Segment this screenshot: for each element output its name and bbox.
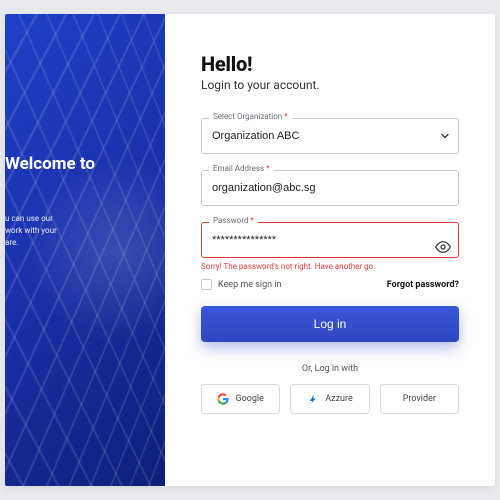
required-marker: * bbox=[250, 216, 253, 225]
azure-button[interactable]: Azzure bbox=[290, 384, 369, 414]
login-button[interactable]: Log in bbox=[201, 306, 459, 342]
password-field-wrap: Password* Sorry! The password's not righ… bbox=[201, 222, 459, 271]
hero-desc: u can use our work with your are. bbox=[5, 213, 165, 249]
password-field[interactable] bbox=[201, 222, 459, 258]
azure-icon bbox=[307, 393, 319, 405]
options-row: Keep me sign in Forgot password? bbox=[201, 279, 459, 290]
chevron-down-icon[interactable] bbox=[439, 130, 451, 142]
keep-label: Keep me sign in bbox=[218, 280, 282, 290]
google-button[interactable]: Google bbox=[201, 384, 280, 414]
provider-button[interactable]: Provider bbox=[380, 384, 459, 414]
hero-desc-line1: u can use our bbox=[5, 214, 53, 223]
hero-desc-line2: work with your bbox=[5, 226, 57, 235]
form-heading: Hello! bbox=[201, 52, 459, 76]
provider-label: Provider bbox=[403, 394, 436, 404]
form-subheading: Login to your account. bbox=[201, 78, 459, 92]
hero-title-line1: Welcome to bbox=[5, 154, 95, 174]
password-label: Password* bbox=[209, 216, 258, 225]
hero-title: Welcome to bbox=[5, 154, 165, 175]
email-field[interactable] bbox=[201, 170, 459, 206]
login-card: Welcome to u can use our work with your … bbox=[5, 14, 495, 486]
keep-checkbox[interactable] bbox=[201, 279, 212, 290]
hero-content: Welcome to u can use our work with your … bbox=[5, 14, 165, 249]
org-label: Select Organization* bbox=[209, 112, 292, 121]
form-panel: Hello! Login to your account. Select Org… bbox=[165, 14, 495, 486]
hero-panel: Welcome to u can use our work with your … bbox=[5, 14, 165, 486]
forgot-password-link[interactable]: Forgot password? bbox=[387, 280, 459, 290]
providers-row: Google Azzure Provider bbox=[201, 384, 459, 414]
page-root: Welcome to u can use our work with your … bbox=[0, 0, 500, 500]
or-divider: Or, Log in with bbox=[201, 364, 459, 374]
required-marker: * bbox=[266, 164, 269, 173]
eye-icon[interactable] bbox=[435, 239, 451, 255]
google-label: Google bbox=[235, 394, 263, 404]
keep-signed-in[interactable]: Keep me sign in bbox=[201, 279, 282, 290]
google-icon bbox=[217, 393, 229, 405]
password-error: Sorry! The password's not right. Have an… bbox=[201, 262, 459, 271]
azure-label: Azzure bbox=[325, 394, 353, 404]
email-field-wrap: Email Address* bbox=[201, 170, 459, 206]
email-label: Email Address* bbox=[209, 164, 274, 173]
required-marker: * bbox=[284, 112, 287, 121]
hero-desc-line3: are. bbox=[5, 238, 18, 247]
org-select[interactable] bbox=[201, 118, 459, 154]
org-field: Select Organization* bbox=[201, 118, 459, 154]
